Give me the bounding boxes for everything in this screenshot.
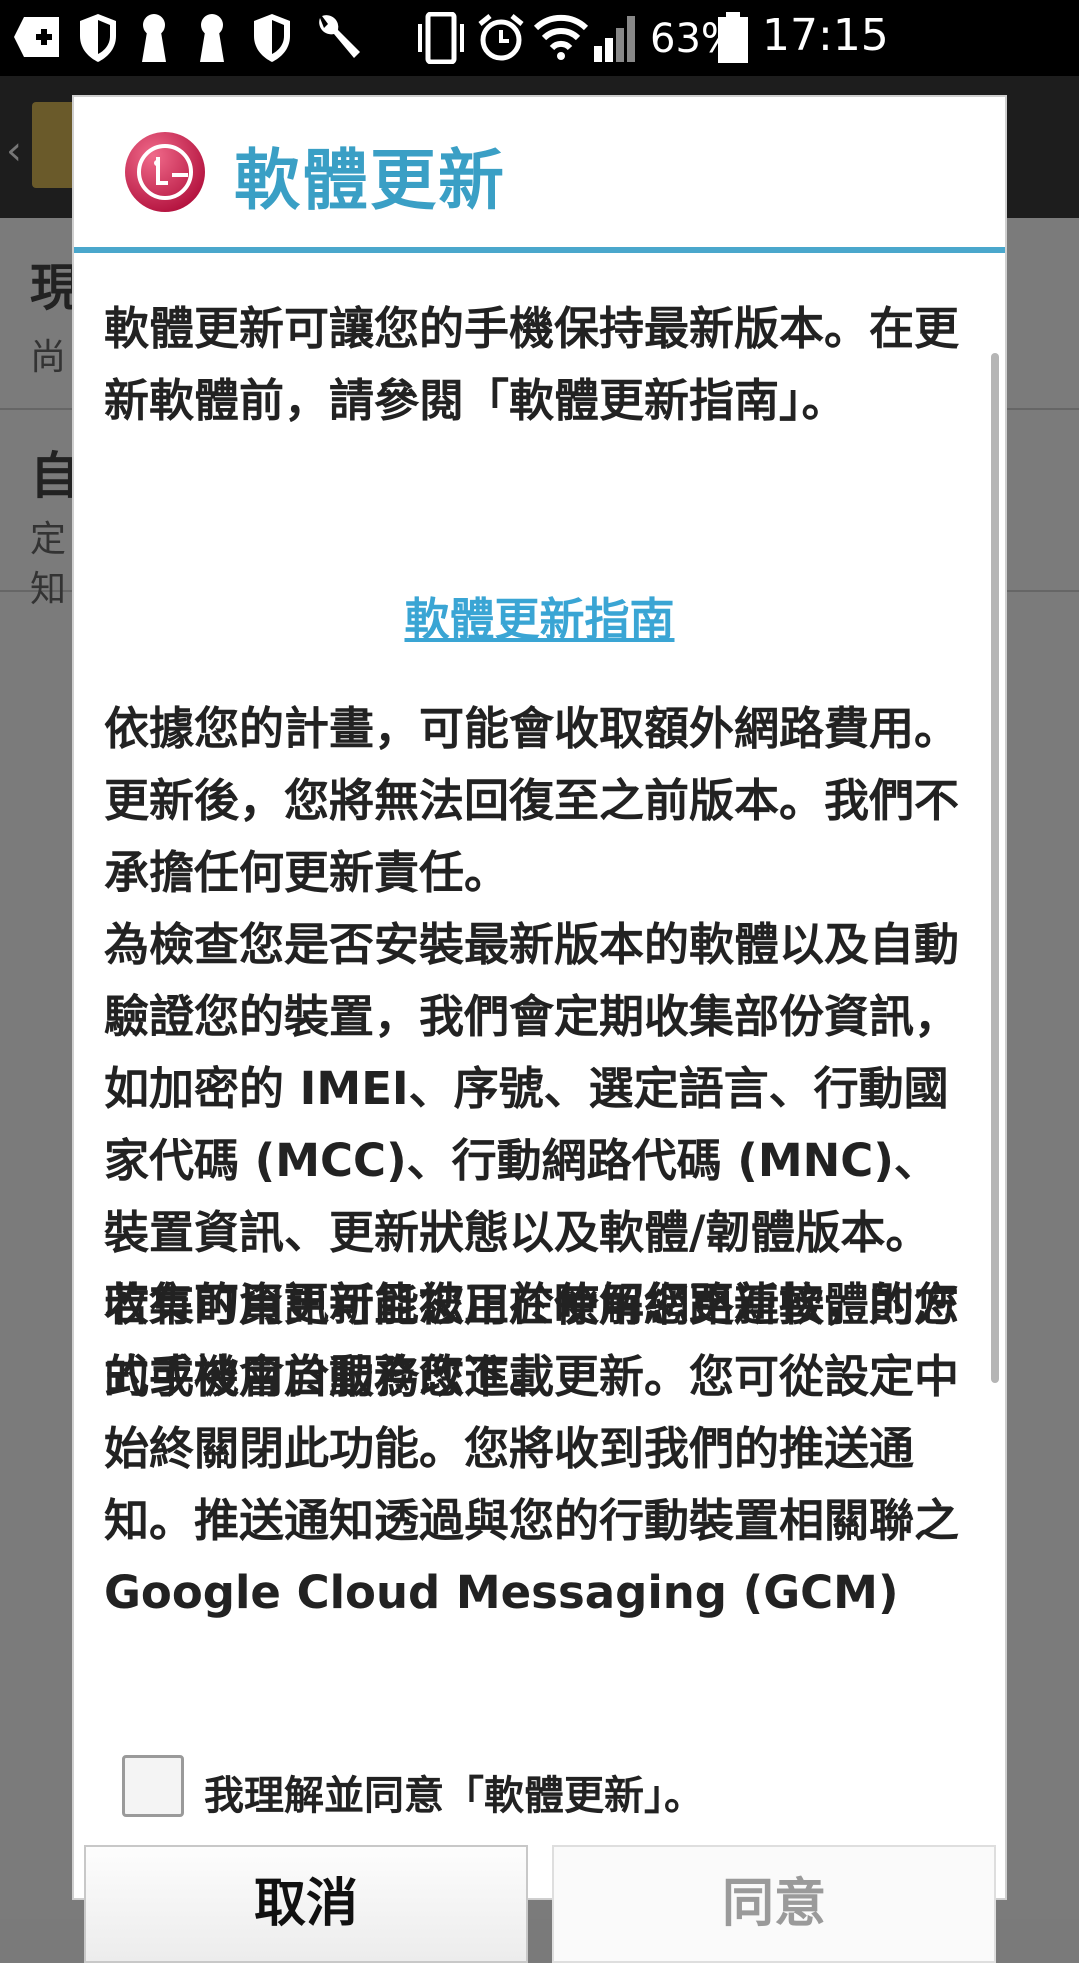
shield-icon — [254, 14, 290, 62]
clock: 17:15 — [762, 10, 889, 61]
status-bar: 63% 17:15 — [0, 0, 1079, 76]
keyhole-icon — [142, 14, 166, 62]
signal-icon — [594, 16, 635, 62]
agree-button[interactable]: 同意 — [552, 1845, 996, 1963]
cancel-button[interactable]: 取消 — [84, 1845, 528, 1963]
background-row-subtitle: 定 — [30, 519, 67, 560]
dialog-title: 軟體更新 — [234, 142, 506, 219]
battery-icon — [718, 12, 748, 63]
intro-text: 軟體更新可讓您的手機保持最新版本。在更新軟體前，請參閱「軟體更新指南」。 — [104, 302, 960, 427]
keyhole-icon — [200, 14, 224, 62]
dialog-scroll-content[interactable]: 軟體更新可讓您的手機保持最新版本。在更新軟體前，請參閱「軟體更新指南」。 軟體更… — [74, 253, 1005, 1747]
agree-checkbox-row[interactable]: 我理解並同意「軟體更新」。 — [74, 1747, 1005, 1833]
software-update-dialog: 軟體更新 軟體更新可讓您的手機保持最新版本。在更新軟體前，請參閱「軟體更新指南」… — [72, 95, 1007, 1963]
back-chevron-icon: ‹ — [6, 128, 22, 174]
fees-paragraph: 依據您的計畫，可能會收取額外網路費用。更新後，您將無法回復至之前版本。我們不承擔… — [104, 702, 960, 899]
shield-icon — [80, 14, 116, 62]
agree-checkbox[interactable] — [122, 1755, 184, 1817]
scrollbar-thumb[interactable] — [991, 353, 999, 1383]
background-row-subtitle: 尚 — [30, 337, 67, 378]
wifi-icon — [534, 14, 588, 60]
vibrate-icon — [418, 12, 464, 64]
software-update-guide-link[interactable]: 軟體更新指南 — [74, 583, 1005, 648]
wrench-icon — [319, 15, 360, 58]
dialog-header: 軟體更新 — [74, 97, 1005, 247]
agree-checkbox-label[interactable]: 我理解並同意「軟體更新」。 — [204, 1763, 704, 1821]
alarm-icon — [478, 14, 524, 61]
auto-download-paragraph: 若有可用更新且您正在使用網路連接，則您的手機會自動為您下載更新。您可從設定中始終… — [104, 1278, 960, 1619]
lg-logo-icon — [125, 132, 205, 212]
plus-badge-icon — [14, 17, 59, 57]
background-row-subtitle: 知 — [30, 569, 67, 610]
